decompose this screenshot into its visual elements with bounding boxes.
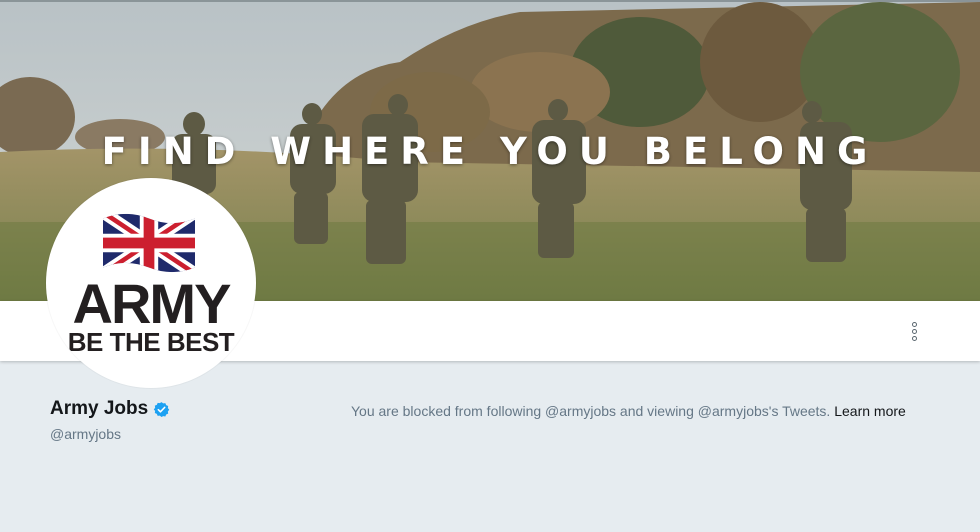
union-jack-flag-icon [103, 213, 195, 273]
verified-badge-icon [153, 401, 170, 417]
profile-name[interactable]: Army Jobs [50, 398, 170, 420]
more-options-button[interactable] [902, 318, 926, 344]
avatar-logo-slogan: BE THE BEST [67, 327, 235, 357]
blocked-notice: You are blocked from following @armyjobs… [351, 403, 951, 419]
profile-avatar[interactable]: ARMY BE THE BEST [46, 178, 256, 388]
profile-name-text: Army Jobs [50, 398, 149, 419]
learn-more-link[interactable]: Learn more [834, 403, 906, 419]
blocked-notice-text: You are blocked from following @armyjobs… [351, 403, 831, 419]
banner-tagline: FIND WHERE YOU BELONG [101, 130, 879, 173]
more-vertical-icon-dot [911, 328, 917, 334]
more-vertical-icon [911, 321, 917, 327]
more-vertical-icon-dot [911, 335, 917, 341]
profile-handle[interactable]: @armyjobs [50, 426, 121, 442]
avatar-logo-army: ARMY [72, 272, 232, 335]
